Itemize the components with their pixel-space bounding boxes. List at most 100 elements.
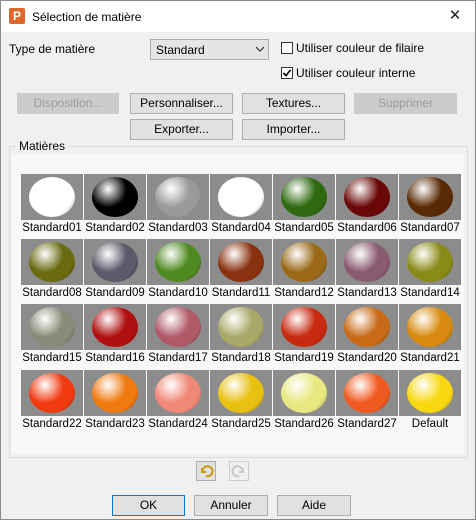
help-button[interactable]: Aide xyxy=(277,495,351,516)
material-name: Standard15 xyxy=(22,352,82,364)
material-swatch[interactable]: Standard16 xyxy=(84,304,146,364)
material-sphere xyxy=(92,373,138,413)
exporter-button[interactable]: Exporter... xyxy=(130,119,233,140)
material-name: Standard26 xyxy=(274,418,334,430)
material-sphere xyxy=(92,177,138,217)
material-sphere xyxy=(92,307,138,347)
material-swatch[interactable]: Standard13 xyxy=(336,239,398,299)
material-sphere xyxy=(155,177,201,217)
material-swatch[interactable]: Standard15 xyxy=(21,304,83,364)
material-sphere xyxy=(29,307,75,347)
material-thumbnail xyxy=(210,370,272,416)
checkmark-icon xyxy=(282,69,292,77)
material-swatch[interactable]: Standard14 xyxy=(399,239,461,299)
material-sphere xyxy=(407,242,453,282)
redo-button[interactable] xyxy=(229,461,249,481)
material-name: Standard04 xyxy=(211,222,271,234)
material-swatch[interactable]: Standard05 xyxy=(273,174,335,234)
material-name: Standard19 xyxy=(274,352,334,364)
redo-icon xyxy=(231,465,244,478)
material-swatch[interactable]: Standard06 xyxy=(336,174,398,234)
textures-button[interactable]: Textures... xyxy=(242,93,345,114)
material-thumbnail xyxy=(273,370,335,416)
material-name: Standard11 xyxy=(211,287,271,299)
material-thumbnail xyxy=(399,370,461,416)
app-logo-icon: P xyxy=(9,8,25,24)
material-thumbnail xyxy=(21,174,83,220)
material-sphere xyxy=(155,307,201,347)
cancel-button[interactable]: Annuler xyxy=(194,495,268,516)
material-name: Standard08 xyxy=(22,287,82,299)
material-sphere xyxy=(281,307,327,347)
material-name: Standard25 xyxy=(211,418,271,430)
material-swatch[interactable]: Standard23 xyxy=(84,370,146,430)
material-name: Standard27 xyxy=(337,418,397,430)
material-sphere xyxy=(29,373,75,413)
material-swatch[interactable]: Standard27 xyxy=(336,370,398,430)
wire-color-checkbox[interactable] xyxy=(281,42,293,54)
material-thumbnail xyxy=(21,304,83,350)
material-swatch[interactable]: Standard01 xyxy=(21,174,83,234)
material-name: Standard10 xyxy=(148,287,208,299)
material-sphere xyxy=(29,177,75,217)
material-thumbnail xyxy=(336,304,398,350)
material-thumbnail xyxy=(84,239,146,285)
materials-group-label: Matières xyxy=(16,139,69,153)
internal-color-label: Utiliser couleur interne xyxy=(296,66,416,80)
material-swatch[interactable]: Standard26 xyxy=(273,370,335,430)
wire-color-label: Utiliser couleur de filaire xyxy=(296,41,425,55)
material-thumbnail xyxy=(147,239,209,285)
material-name: Standard23 xyxy=(85,418,145,430)
material-swatch[interactable]: Standard19 xyxy=(273,304,335,364)
undo-button[interactable] xyxy=(196,461,216,481)
material-thumbnail xyxy=(21,370,83,416)
material-name: Standard16 xyxy=(85,352,145,364)
material-thumbnail xyxy=(21,239,83,285)
material-thumbnail xyxy=(84,370,146,416)
personnaliser-button[interactable]: Personnaliser... xyxy=(130,93,233,114)
material-thumbnail xyxy=(399,304,461,350)
material-swatch[interactable]: Standard24 xyxy=(147,370,209,430)
material-swatch[interactable]: Default xyxy=(399,370,461,430)
undo-icon xyxy=(201,465,214,478)
disposition-button[interactable]: Disposition... xyxy=(17,93,119,114)
internal-color-checkbox[interactable] xyxy=(281,67,293,79)
importer-button[interactable]: Importer... xyxy=(242,119,345,140)
material-swatch[interactable]: Standard09 xyxy=(84,239,146,299)
material-sphere xyxy=(281,242,327,282)
material-sphere xyxy=(155,373,201,413)
material-name: Standard06 xyxy=(337,222,397,234)
material-thumbnail xyxy=(147,304,209,350)
material-sphere xyxy=(92,242,138,282)
material-swatch[interactable]: Standard25 xyxy=(210,370,272,430)
material-thumbnail xyxy=(399,174,461,220)
material-name: Standard17 xyxy=(148,352,208,364)
material-swatch[interactable]: Standard12 xyxy=(273,239,335,299)
material-thumbnail xyxy=(210,304,272,350)
material-swatch[interactable]: Standard03 xyxy=(147,174,209,234)
ok-button[interactable]: OK xyxy=(112,495,185,516)
material-swatch[interactable]: Standard22 xyxy=(21,370,83,430)
material-sphere xyxy=(218,242,264,282)
material-name: Standard09 xyxy=(85,287,145,299)
material-swatch[interactable]: Standard18 xyxy=(210,304,272,364)
material-thumbnail xyxy=(336,239,398,285)
material-sphere xyxy=(29,242,75,282)
material-swatch[interactable]: Standard10 xyxy=(147,239,209,299)
material-thumbnail xyxy=(84,304,146,350)
material-name: Standard20 xyxy=(337,352,397,364)
material-swatch[interactable]: Standard08 xyxy=(21,239,83,299)
material-type-dropdown[interactable]: Standard xyxy=(150,39,269,60)
material-swatch[interactable]: Standard07 xyxy=(399,174,461,234)
close-button[interactable]: ✕ xyxy=(435,1,475,32)
material-swatch[interactable]: Standard04 xyxy=(210,174,272,234)
material-swatch[interactable]: Standard21 xyxy=(399,304,461,364)
material-swatch[interactable]: Standard11 xyxy=(210,239,272,299)
material-name: Standard01 xyxy=(22,222,82,234)
material-swatch[interactable]: Standard17 xyxy=(147,304,209,364)
material-swatch[interactable]: Standard20 xyxy=(336,304,398,364)
material-sphere xyxy=(407,307,453,347)
material-name: Standard13 xyxy=(337,287,397,299)
material-swatch[interactable]: Standard02 xyxy=(84,174,146,234)
supprimer-button[interactable]: Supprimer xyxy=(354,93,457,114)
